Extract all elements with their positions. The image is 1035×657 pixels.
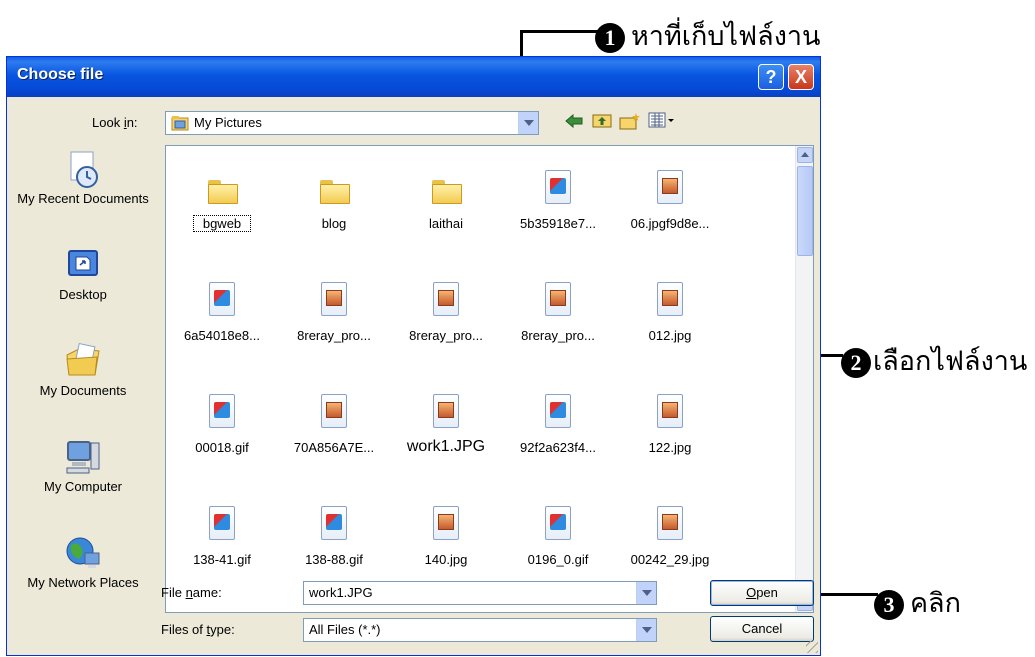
look-in-dropdown[interactable]: My Pictures bbox=[165, 111, 539, 135]
desktop-icon bbox=[63, 245, 103, 285]
view-menu-icon[interactable] bbox=[647, 112, 677, 134]
title-bar[interactable]: Choose file ? X bbox=[7, 57, 820, 97]
file-item[interactable]: 012.jpg bbox=[614, 274, 726, 374]
dialog-title: Choose file bbox=[17, 66, 104, 83]
jpg-image-icon bbox=[654, 170, 688, 208]
scroll-up-icon[interactable] bbox=[797, 147, 813, 163]
step3-number: 3 bbox=[874, 589, 904, 620]
step2-text: เลือกไฟล์งาน bbox=[873, 346, 1028, 377]
annotation-step3: 3 คลิก bbox=[874, 581, 961, 624]
my-computer-icon bbox=[63, 437, 103, 477]
step1-leader-h bbox=[520, 30, 598, 33]
file-item[interactable]: 8reray_pro... bbox=[278, 274, 390, 374]
new-folder-icon[interactable] bbox=[619, 112, 641, 134]
file-item[interactable]: 138-41.gif bbox=[166, 498, 278, 598]
gif-image-icon bbox=[206, 506, 240, 544]
my-pictures-folder-icon bbox=[171, 115, 189, 131]
network-places-icon bbox=[63, 533, 103, 573]
jpg-image-icon bbox=[654, 282, 688, 320]
file-item[interactable]: 122.jpg bbox=[614, 386, 726, 486]
folder-icon bbox=[430, 170, 464, 208]
file-item[interactable]: blog bbox=[278, 162, 390, 262]
back-arrow-icon[interactable] bbox=[563, 112, 585, 134]
step1-number: 1 bbox=[595, 22, 625, 53]
gif-image-icon bbox=[542, 170, 576, 208]
jpg-image-icon bbox=[654, 394, 688, 432]
recent-documents-icon bbox=[63, 149, 103, 189]
jpg-image-icon bbox=[654, 506, 688, 544]
file-item[interactable]: 8reray_pro... bbox=[502, 274, 614, 374]
gif-image-icon bbox=[542, 506, 576, 544]
jpg-image-icon bbox=[542, 282, 576, 320]
file-item[interactable]: 92f2a623f4... bbox=[502, 386, 614, 486]
folder-icon bbox=[206, 170, 240, 208]
file-name-input[interactable]: work1.JPG bbox=[303, 581, 657, 605]
file-name-dropdown-arrow-icon[interactable] bbox=[636, 582, 656, 604]
file-item[interactable]: 8reray_pro... bbox=[390, 274, 502, 374]
annotation-step1: 1 หาที่เก็บไฟล์งาน bbox=[595, 14, 821, 57]
files-of-type-dropdown-arrow-icon[interactable] bbox=[636, 619, 656, 641]
place-my-recent-documents[interactable]: My Recent Documents bbox=[17, 149, 149, 207]
look-in-value: My Pictures bbox=[194, 115, 262, 130]
open-button[interactable]: Open bbox=[710, 580, 814, 606]
gif-image-icon bbox=[318, 506, 352, 544]
files-of-type-select[interactable]: All Files (*.*) bbox=[303, 618, 657, 642]
step1-text: หาที่เก็บไฟล์งาน bbox=[631, 21, 821, 52]
file-item[interactable]: 6a54018e8... bbox=[166, 274, 278, 374]
gif-image-icon bbox=[206, 282, 240, 320]
annotation-step2: 2 เลือกไฟล์งาน bbox=[841, 339, 1027, 382]
scroll-thumb[interactable] bbox=[797, 166, 813, 256]
file-item-selected[interactable]: work1.JPG bbox=[390, 386, 502, 486]
file-item[interactable]: 70A856A7E... bbox=[278, 386, 390, 486]
file-name-label: File name: bbox=[161, 585, 222, 600]
place-my-documents[interactable]: My Documents bbox=[17, 341, 149, 399]
file-item[interactable]: laithai bbox=[390, 162, 502, 262]
up-folder-icon[interactable] bbox=[591, 112, 613, 134]
place-my-computer[interactable]: My Computer bbox=[17, 437, 149, 495]
jpg-image-icon bbox=[318, 282, 352, 320]
help-button[interactable]: ? bbox=[758, 64, 784, 90]
file-list[interactable]: bgweb blog laithai 5b35918e7... 06.jpgf9… bbox=[165, 145, 814, 613]
vertical-scrollbar[interactable] bbox=[795, 146, 813, 612]
look-in-dropdown-arrow-icon[interactable] bbox=[518, 112, 538, 134]
resize-grip[interactable] bbox=[806, 641, 818, 653]
file-item[interactable]: 06.jpgf9d8e... bbox=[614, 162, 726, 262]
jpg-image-icon bbox=[430, 282, 464, 320]
jpg-image-icon bbox=[430, 394, 464, 432]
files-of-type-label: Files of type: bbox=[161, 622, 235, 637]
file-item[interactable]: 00018.gif bbox=[166, 386, 278, 486]
choose-file-dialog: Choose file ? X Look in: My Pictures My … bbox=[6, 56, 821, 656]
step3-text: คลิก bbox=[910, 588, 961, 619]
folder-icon bbox=[318, 170, 352, 208]
look-in-label: Look in: bbox=[92, 115, 138, 130]
cancel-button[interactable]: Cancel bbox=[710, 616, 814, 642]
step2-number: 2 bbox=[841, 347, 871, 378]
my-documents-icon bbox=[63, 341, 103, 381]
jpg-image-icon bbox=[430, 506, 464, 544]
gif-image-icon bbox=[542, 394, 576, 432]
places-bar: My Recent Documents Desktop My Documents… bbox=[17, 145, 149, 645]
place-my-network-places[interactable]: My Network Places bbox=[17, 533, 149, 591]
close-button[interactable]: X bbox=[788, 64, 814, 90]
file-item[interactable]: bgweb bbox=[166, 162, 278, 262]
gif-image-icon bbox=[206, 394, 240, 432]
place-desktop[interactable]: Desktop bbox=[17, 245, 149, 303]
jpg-image-icon bbox=[318, 394, 352, 432]
file-item[interactable]: 5b35918e7... bbox=[502, 162, 614, 262]
